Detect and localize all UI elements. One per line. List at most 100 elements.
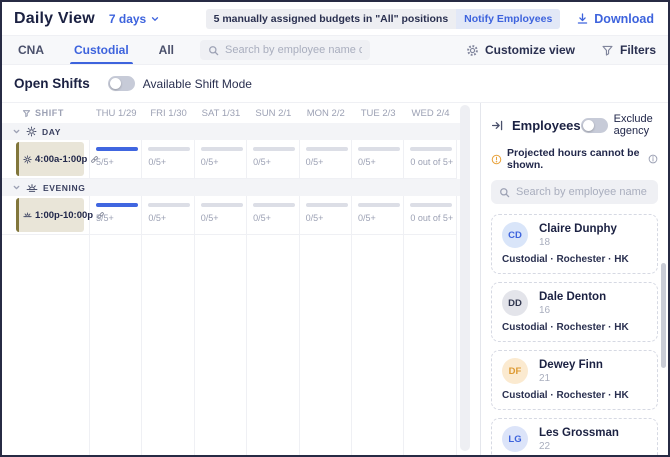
collapse-panel-icon[interactable] <box>491 119 504 132</box>
avatar: DF <box>502 358 528 384</box>
avatar: LG <box>502 426 528 452</box>
top-bar: Daily View 7 days 5 manually assigned bu… <box>2 2 668 35</box>
capacity-bar <box>357 147 400 151</box>
shift-capacity-cell[interactable]: 5/5+ <box>90 140 143 179</box>
exclude-agency-toggle[interactable] <box>580 117 608 133</box>
capacity-bar <box>410 203 453 207</box>
day-header: SAT 1/31 <box>201 107 241 119</box>
search-input[interactable] <box>225 44 363 56</box>
app-window: Daily View 7 days 5 manually assigned bu… <box>0 0 670 457</box>
date-range-label: 7 days <box>108 11 147 26</box>
employee-meta: Custodial · Rochester · HK <box>502 322 629 333</box>
shift-capacity-cell[interactable]: 0/5+ <box>351 140 405 179</box>
chevron-down-icon[interactable] <box>12 127 21 136</box>
schedule-grid: SHIFT THU 1/29 FRI 1/30 SAT 1/31 SUN 2/1… <box>2 103 480 455</box>
employee-count: 21 <box>539 372 551 384</box>
group-label: EVENING <box>43 182 86 193</box>
panel-search-input[interactable] <box>516 186 650 198</box>
shift-time-label: 1:00p-10:00p <box>35 209 94 221</box>
day-header: MON 2/2 <box>306 107 345 119</box>
shift-chip-cell: 1:00p-10:00p <box>2 196 104 235</box>
filter-icon <box>22 109 31 118</box>
capacity-bar <box>148 203 191 207</box>
gear-icon <box>466 44 479 57</box>
budget-banner: 5 manually assigned budgets in "All" pos… <box>205 8 561 29</box>
employee-count: 22 <box>539 440 551 452</box>
day-header: WED 2/4 <box>411 107 450 119</box>
page-title: Daily View <box>14 9 95 27</box>
customize-view-label: Customize view <box>484 43 575 57</box>
shift-capacity-cell[interactable]: 0/5+ <box>194 196 248 235</box>
shift-capacity-cell[interactable]: 0/5+ <box>247 196 300 235</box>
available-shift-mode-label: Available Shift Mode <box>142 76 252 91</box>
filters-label: Filters <box>619 43 656 57</box>
projected-hours-warning: Projected hours cannot be shown. <box>491 147 658 171</box>
download-button[interactable]: Download <box>576 12 654 26</box>
shift-row-evening: 1:00p-10:00p 5/5+ 0/5+ 0/5+ 0/5+ 0/5+ 0/… <box>2 196 480 235</box>
open-shifts-bar: Open Shifts Available Shift Mode <box>2 65 668 102</box>
shift-column-header[interactable]: SHIFT <box>2 108 90 118</box>
shift-capacity-cell[interactable]: 5/5+ <box>90 196 143 235</box>
filter-icon <box>601 44 614 57</box>
employee-name: Dale Denton <box>539 290 607 303</box>
shift-capacity-cell[interactable]: 0/5+ <box>351 196 405 235</box>
shift-chip[interactable]: 1:00p-10:00p <box>16 198 104 232</box>
customize-view-button[interactable]: Customize view <box>466 43 575 57</box>
employee-name: Les Grossman <box>539 426 619 439</box>
grid-header-row: SHIFT THU 1/29 FRI 1/30 SAT 1/31 SUN 2/1… <box>2 103 480 123</box>
day-header: SUN 2/1 <box>255 107 292 119</box>
capacity-bar <box>305 147 348 151</box>
tab-all[interactable]: All <box>155 36 178 64</box>
capacity-bar <box>148 147 191 151</box>
employees-panel-header: Employees Exclude agency <box>491 113 658 137</box>
capacity-bar <box>357 203 400 207</box>
capacity-bar <box>305 203 348 207</box>
shift-chip-cell: 4:00a-1:00p <box>2 140 99 179</box>
shift-capacity-cell[interactable]: 0/5+ <box>194 140 248 179</box>
panel-employee-search[interactable] <box>491 180 658 204</box>
employees-panel-title: Employees <box>512 117 581 133</box>
employee-card[interactable]: DF Dewey Finn 21 Custodial · Rochester ·… <box>491 350 658 410</box>
open-shifts-title: Open Shifts <box>14 76 90 91</box>
shift-capacity-cell[interactable]: 0/5+ <box>299 140 352 179</box>
shift-capacity-cell[interactable]: 0/5+ <box>247 140 300 179</box>
position-tabs-bar: CNA Custodial All Customize view Filters <box>2 35 668 65</box>
info-icon[interactable] <box>648 154 658 164</box>
sun-icon <box>23 154 32 164</box>
date-range-dropdown[interactable]: 7 days <box>109 12 160 26</box>
available-shift-mode-toggle[interactable] <box>107 76 135 91</box>
employee-search[interactable] <box>200 40 371 60</box>
shift-capacity-cell[interactable]: 0/5+ <box>142 140 195 179</box>
filters-button[interactable]: Filters <box>601 43 656 57</box>
panel-scrollbar[interactable] <box>661 263 666 368</box>
warning-text: Projected hours cannot be shown. <box>507 147 640 171</box>
group-label: DAY <box>42 126 61 137</box>
employee-meta: Custodial · Rochester · HK <box>502 390 629 401</box>
chevron-down-icon <box>150 14 160 24</box>
capacity-bar <box>200 147 243 151</box>
capacity-bar <box>200 203 243 207</box>
group-row-evening[interactable]: EVENING <box>2 179 470 196</box>
employee-card[interactable]: LG Les Grossman 22 Custodial · Rochester… <box>491 418 658 455</box>
employees-panel: Employees Exclude agency Projected hours… <box>480 103 668 455</box>
employee-meta: Custodial · Rochester · HK <box>502 254 629 265</box>
tab-cna[interactable]: CNA <box>14 36 48 64</box>
capacity-bar <box>253 147 296 151</box>
tab-custodial[interactable]: Custodial <box>70 36 133 64</box>
shift-capacity-cell[interactable]: 0/5+ <box>299 196 352 235</box>
employee-card[interactable]: DD Dale Denton 16 Custodial · Rochester … <box>491 282 658 342</box>
shift-capacity-cell[interactable]: 0 out of 5+ <box>404 140 457 179</box>
capacity-bar <box>410 147 453 151</box>
notify-employees-button[interactable]: Notify Employees <box>456 8 561 29</box>
download-icon <box>576 12 589 25</box>
shift-capacity-cell[interactable]: 0/5+ <box>142 196 195 235</box>
group-row-day[interactable]: DAY <box>2 123 470 140</box>
employee-count: 16 <box>539 304 551 316</box>
shift-capacity-cell[interactable]: 0 out of 5+ <box>404 196 457 235</box>
avatar: DD <box>502 290 528 316</box>
shift-chip[interactable]: 4:00a-1:00p <box>16 142 99 176</box>
employee-card[interactable]: CD Claire Dunphy 18 Custodial · Rocheste… <box>491 214 658 274</box>
chevron-down-icon[interactable] <box>12 183 21 192</box>
grid-scrollbar[interactable] <box>460 105 470 451</box>
warning-icon <box>491 154 502 165</box>
